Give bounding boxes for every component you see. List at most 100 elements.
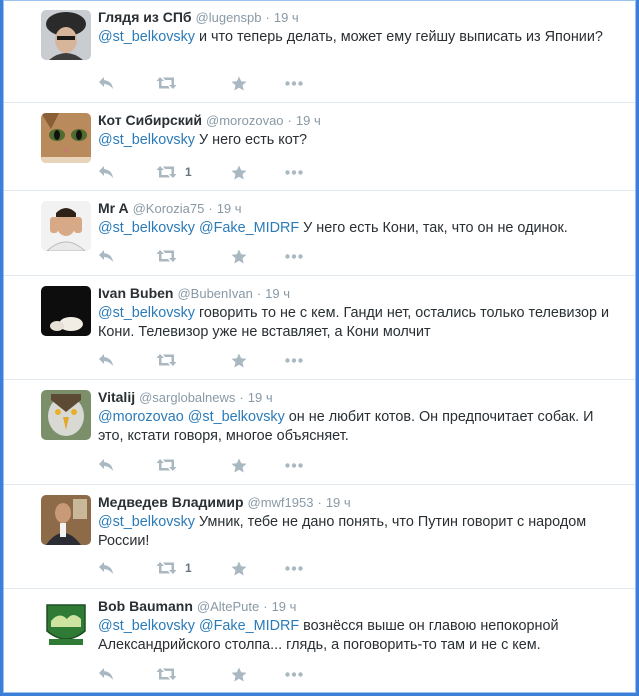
green-badge-logo-avatar[interactable] <box>41 599 91 649</box>
reply-icon[interactable] <box>98 350 114 370</box>
tweet-timestamp[interactable]: 19 ч <box>265 286 290 301</box>
tweet-timestamp[interactable]: 19 ч <box>274 10 299 25</box>
tweet-header: Mr A @Korozia75 · 19 ч <box>98 199 242 218</box>
more-icon[interactable] <box>285 455 303 475</box>
tweet[interactable]: Vitalij @sarglobalnews · 19 ч @morozovao @st… <box>3 380 635 485</box>
author-name[interactable]: Глядя из СПб <box>98 9 192 25</box>
mention-link[interactable]: @st_belkovsky <box>188 409 285 425</box>
author-name[interactable]: Ivan Buben <box>98 285 173 301</box>
author-name[interactable]: Медведев Владимир <box>98 494 244 510</box>
retweet-button[interactable]: 1 <box>156 558 192 578</box>
mention-link[interactable]: @Fake_MIDRF <box>199 618 299 634</box>
author-name[interactable]: Кот Сибирский <box>98 112 202 128</box>
favorite-icon[interactable] <box>231 73 247 93</box>
author-name[interactable]: Mr A <box>98 200 129 216</box>
tweet[interactable]: Кот Сибирский @morozovao · 19 ч @st_belkovsk… <box>3 103 635 191</box>
reply-icon[interactable] <box>98 73 114 93</box>
tweet-text: @st_belkovsky У него есть кот? <box>98 131 618 150</box>
author-handle[interactable]: @Korozia75 <box>133 201 205 216</box>
tweet-text: @st_belkovsky @Fake_MIDRF У него есть Ко… <box>98 219 618 238</box>
reply-icon[interactable] <box>98 455 114 475</box>
author-handle[interactable]: @lugenspb <box>196 10 262 25</box>
more-icon[interactable] <box>285 162 303 182</box>
reply-icon[interactable] <box>98 664 114 684</box>
tweet-actions <box>98 664 318 684</box>
tweet[interactable]: Mr A @Korozia75 · 19 ч @st_belkovsky @Fake_M… <box>3 191 635 276</box>
mention-link[interactable]: @morozovao <box>98 409 184 425</box>
favorite-icon[interactable] <box>231 664 247 684</box>
tweet[interactable]: Ivan Buben @BubenIvan · 19 ч @st_belkovsky г… <box>3 276 635 380</box>
separator-dot: · <box>265 10 270 25</box>
retweet-icon <box>156 353 177 367</box>
retweet-icon <box>156 458 177 472</box>
retweet-button[interactable] <box>156 664 185 684</box>
author-handle[interactable]: @morozovao <box>206 113 284 128</box>
more-icon[interactable] <box>285 664 303 684</box>
mention-link[interactable]: @st_belkovsky <box>98 305 195 321</box>
favorite-icon[interactable] <box>231 162 247 182</box>
reply-icon[interactable] <box>98 558 114 578</box>
tweet-header: Кот Сибирский @morozovao · 19 ч <box>98 111 321 130</box>
retweet-icon <box>156 561 177 575</box>
tweet-actions <box>98 73 318 93</box>
retweet-button[interactable] <box>156 73 185 93</box>
mention-link[interactable]: @st_belkovsky <box>98 514 195 530</box>
retweet-icon <box>156 667 177 681</box>
author-handle[interactable]: @sarglobalnews <box>139 390 235 405</box>
separator-dot: · <box>263 599 268 614</box>
reply-icon[interactable] <box>98 246 114 266</box>
favorite-icon[interactable] <box>231 350 247 370</box>
favorite-icon[interactable] <box>231 246 247 266</box>
tweet-timestamp[interactable]: 19 ч <box>217 201 242 216</box>
author-name[interactable]: Bob Baumann <box>98 598 193 614</box>
tweet-header: Vitalij @sarglobalnews · 19 ч <box>98 388 273 407</box>
mention-link[interactable]: @Fake_MIDRF <box>199 220 299 236</box>
retweet-button[interactable] <box>156 350 185 370</box>
more-icon[interactable] <box>285 246 303 266</box>
cat-face-avatar[interactable] <box>41 113 91 163</box>
tweet-text-segment: У него есть Кони, так, что он не одинок. <box>299 220 568 236</box>
favorite-icon[interactable] <box>231 558 247 578</box>
separator-dot: · <box>317 495 322 510</box>
mention-link[interactable]: @st_belkovsky <box>98 618 195 634</box>
retweet-button[interactable]: 1 <box>156 162 192 182</box>
separator-dot: · <box>287 113 292 128</box>
tweet-actions <box>98 246 318 266</box>
favorite-icon[interactable] <box>231 455 247 475</box>
dark-photo-avatar[interactable] <box>41 286 91 336</box>
tweet-header: Ivan Buben @BubenIvan · 19 ч <box>98 284 290 303</box>
author-name[interactable]: Vitalij <box>98 389 135 405</box>
mention-link[interactable]: @st_belkovsky <box>98 220 195 236</box>
man-in-fur-hat-avatar[interactable] <box>41 10 91 60</box>
tweet-text: @st_belkovsky говорить то не с кем. Ганд… <box>98 304 618 342</box>
retweet-button[interactable] <box>156 246 185 266</box>
tweet[interactable]: Глядя из СПб @lugenspb · 19 ч @st_belkovsky … <box>3 0 635 103</box>
more-icon[interactable] <box>285 558 303 578</box>
author-handle[interactable]: @AltePute <box>197 599 259 614</box>
tweet-timestamp[interactable]: 19 ч <box>272 599 297 614</box>
tweet-text: @morozovao @st_belkovsky он не любит кот… <box>98 408 618 446</box>
mention-link[interactable]: @st_belkovsky <box>98 132 195 148</box>
tweet-header: Глядя из СПб @lugenspb · 19 ч <box>98 8 299 27</box>
tweet-actions <box>98 455 318 475</box>
more-icon[interactable] <box>285 73 303 93</box>
retweet-count: 1 <box>185 561 192 575</box>
separator-dot: · <box>256 286 262 301</box>
man-covering-ears-avatar[interactable] <box>41 201 91 251</box>
tweet-actions: 1 <box>98 558 318 578</box>
tweet-text-segment: У него есть кот? <box>195 132 308 148</box>
tweet-timestamp[interactable]: 19 ч <box>326 495 351 510</box>
separator-dot: · <box>208 201 213 216</box>
author-handle[interactable]: @BubenIvan <box>177 286 252 301</box>
eagle-avatar[interactable] <box>41 390 91 440</box>
tweet-timestamp[interactable]: 19 ч <box>248 390 273 405</box>
man-at-desk-avatar[interactable] <box>41 495 91 545</box>
author-handle[interactable]: @mwf1953 <box>248 495 314 510</box>
more-icon[interactable] <box>285 350 303 370</box>
retweet-button[interactable] <box>156 455 185 475</box>
tweet[interactable]: Медведев Владимир @mwf1953 · 19 ч @st_belkov… <box>3 485 635 589</box>
tweet-timestamp[interactable]: 19 ч <box>296 113 321 128</box>
mention-link[interactable]: @st_belkovsky <box>98 29 195 45</box>
reply-icon[interactable] <box>98 162 114 182</box>
tweet[interactable]: Bob Baumann @AltePute · 19 ч @st_belkovsky @… <box>3 589 635 696</box>
